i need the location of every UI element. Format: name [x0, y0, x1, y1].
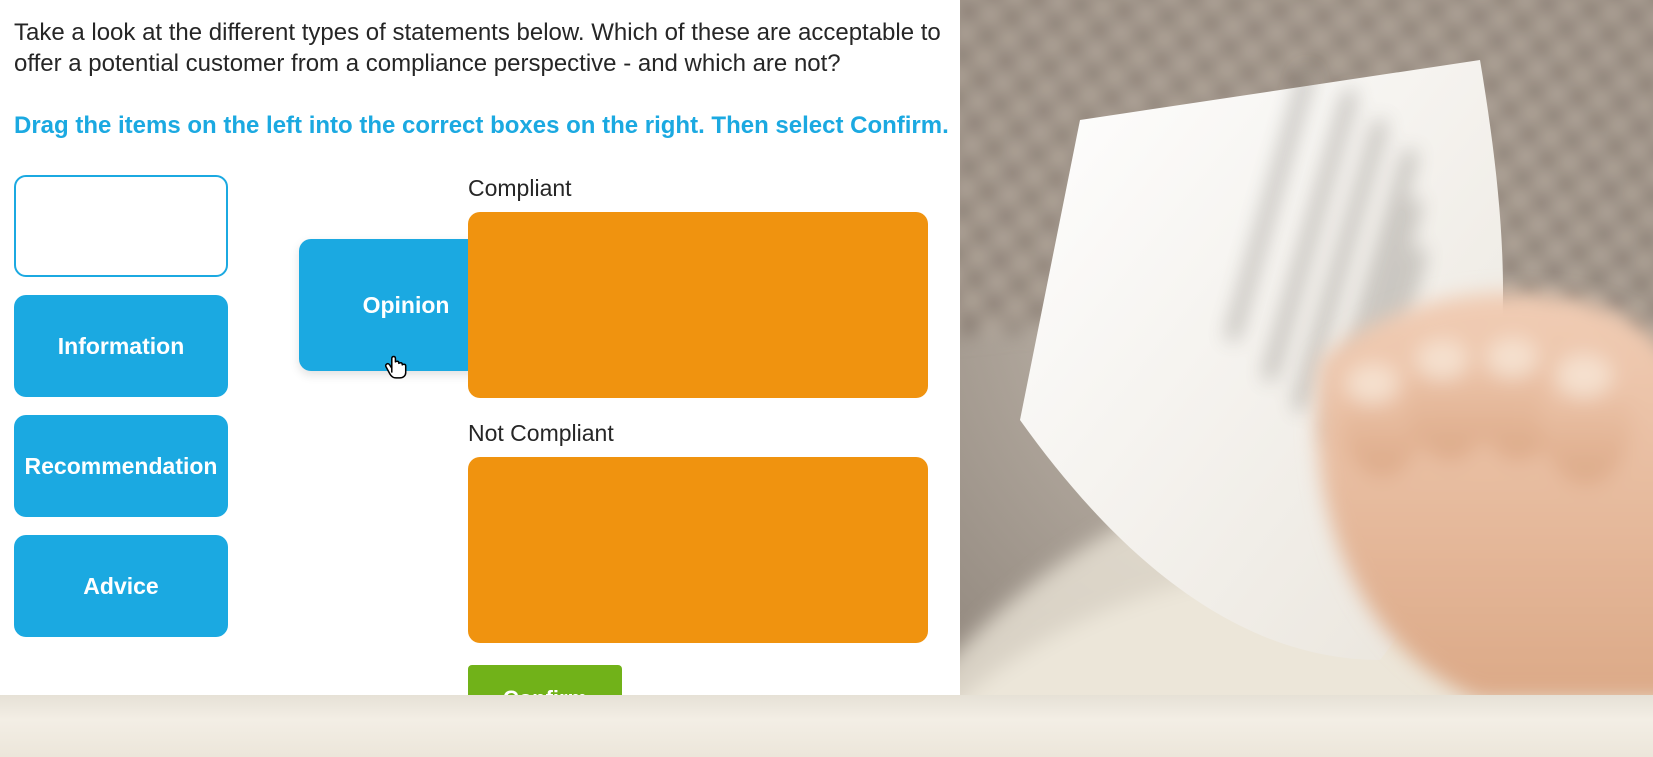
targets-column: Compliant Not Compliant Confirm — [468, 175, 930, 733]
compliant-label: Compliant — [468, 175, 930, 202]
drag-item-recommendation[interactable]: Recommendation — [14, 415, 228, 517]
drag-item-label: Advice — [83, 573, 158, 600]
drag-item-information[interactable]: Information — [14, 295, 228, 397]
drag-item-advice[interactable]: Advice — [14, 535, 228, 637]
drag-item-label: Information — [58, 333, 185, 360]
drag-item-label: Recommendation — [25, 453, 218, 480]
question-text: Take a look at the different types of st… — [14, 18, 954, 79]
drag-item-label: Opinion — [363, 292, 450, 319]
drag-drop-activity: Information Recommendation Advice Opinio… — [14, 175, 954, 735]
page-root: Take a look at the different types of st… — [0, 0, 1653, 757]
source-column: Information Recommendation Advice — [14, 175, 232, 655]
bottom-strip — [0, 695, 1653, 757]
content-area: Take a look at the different types of st… — [14, 18, 954, 735]
instruction-text: Drag the items on the left into the corr… — [14, 111, 954, 141]
drop-zone-compliant[interactable] — [468, 212, 928, 398]
decorative-image — [960, 0, 1653, 695]
empty-source-slot[interactable] — [14, 175, 228, 277]
not-compliant-label: Not Compliant — [468, 420, 930, 447]
drop-zone-not-compliant[interactable] — [468, 457, 928, 643]
